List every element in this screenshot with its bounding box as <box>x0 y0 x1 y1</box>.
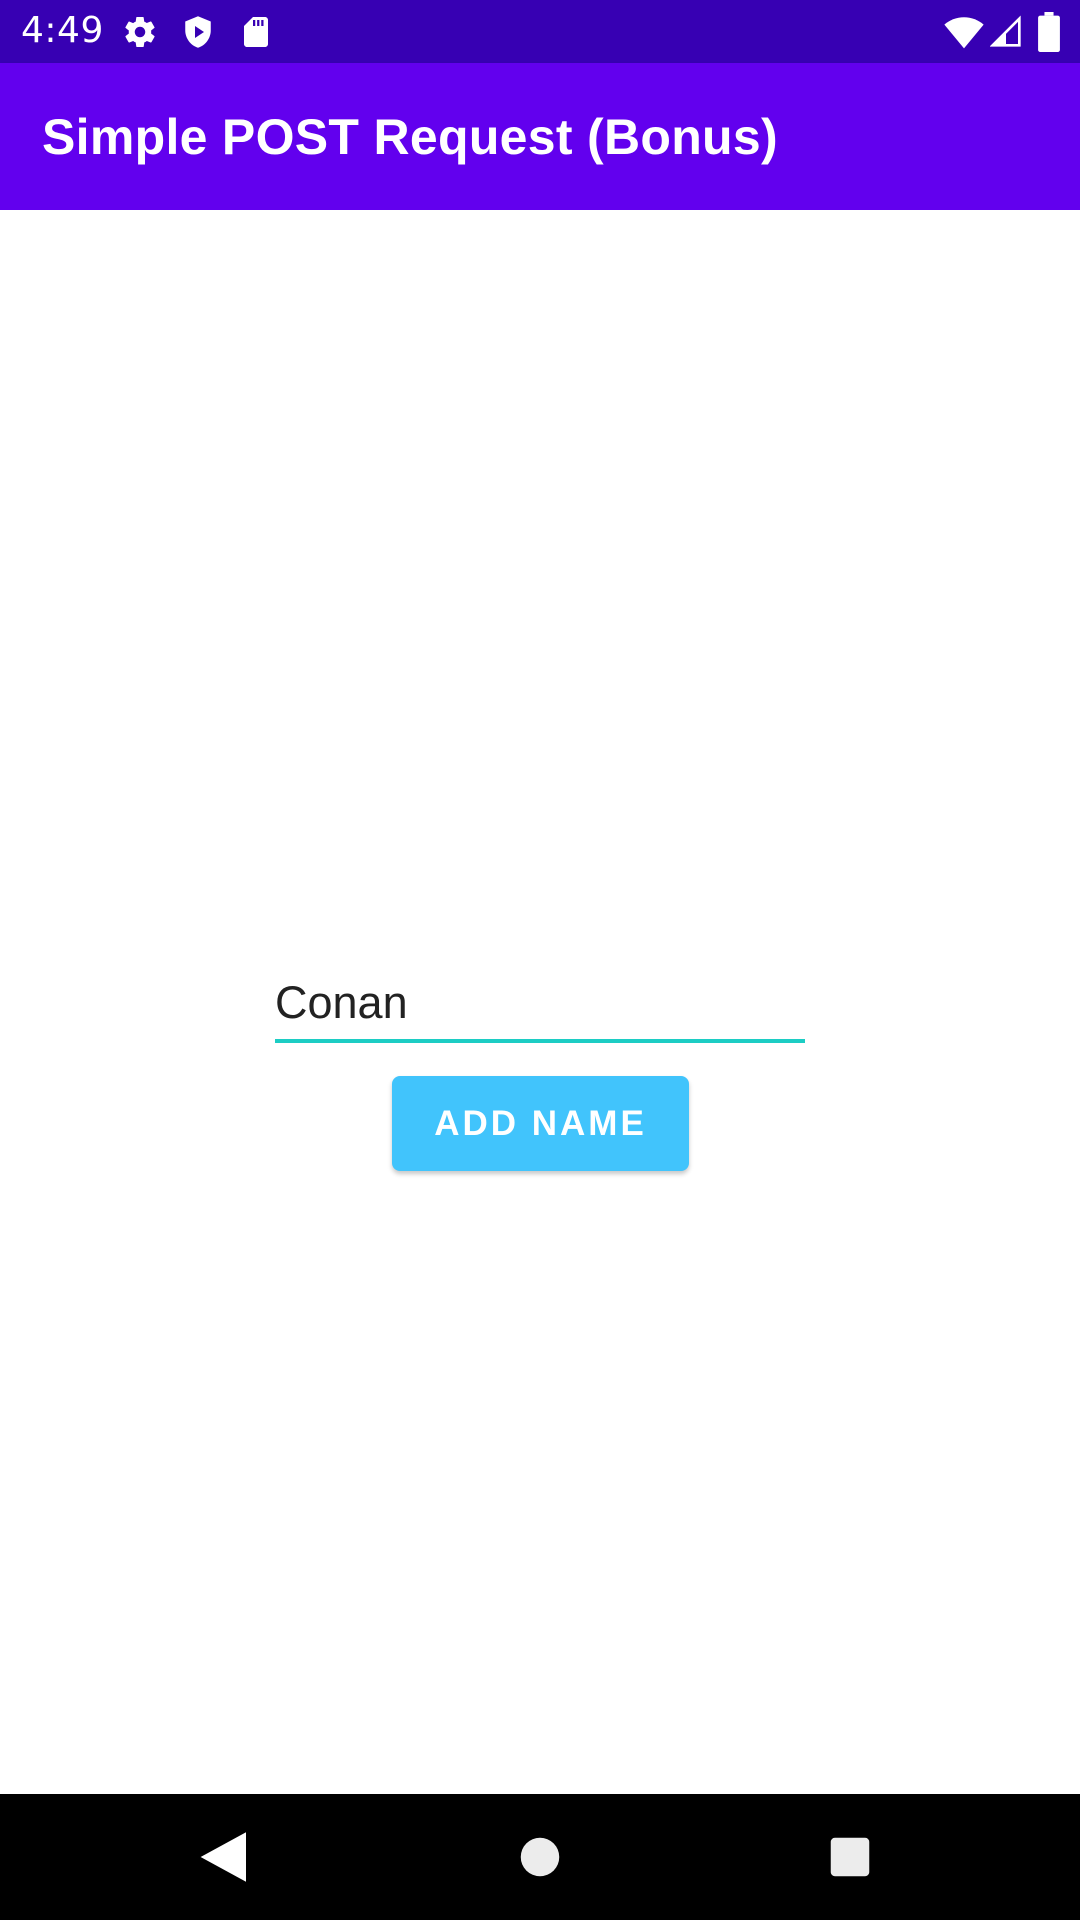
add-name-button[interactable]: ADD NAME <box>392 1076 689 1171</box>
status-time: 4:49 <box>21 10 104 51</box>
recents-icon[interactable] <box>817 1824 883 1890</box>
app-bar: Simple POST Request (Bonus) <box>0 63 1080 210</box>
settings-icon <box>122 14 158 50</box>
wifi-icon <box>944 14 984 50</box>
sd-card-icon <box>238 14 274 50</box>
main-content: Conan ADD NAME <box>0 210 1080 1794</box>
signal-icon <box>990 14 1022 50</box>
battery-icon <box>1038 12 1060 52</box>
shield-play-icon <box>180 14 216 50</box>
home-icon[interactable] <box>507 1824 573 1890</box>
name-input-value: Conan <box>275 977 408 1028</box>
name-input[interactable]: Conan <box>275 975 805 1043</box>
status-bar: 4:49 <box>0 0 1080 63</box>
page-title: Simple POST Request (Bonus) <box>42 109 778 165</box>
navigation-bar <box>0 1794 1080 1920</box>
back-icon[interactable] <box>191 1824 257 1890</box>
